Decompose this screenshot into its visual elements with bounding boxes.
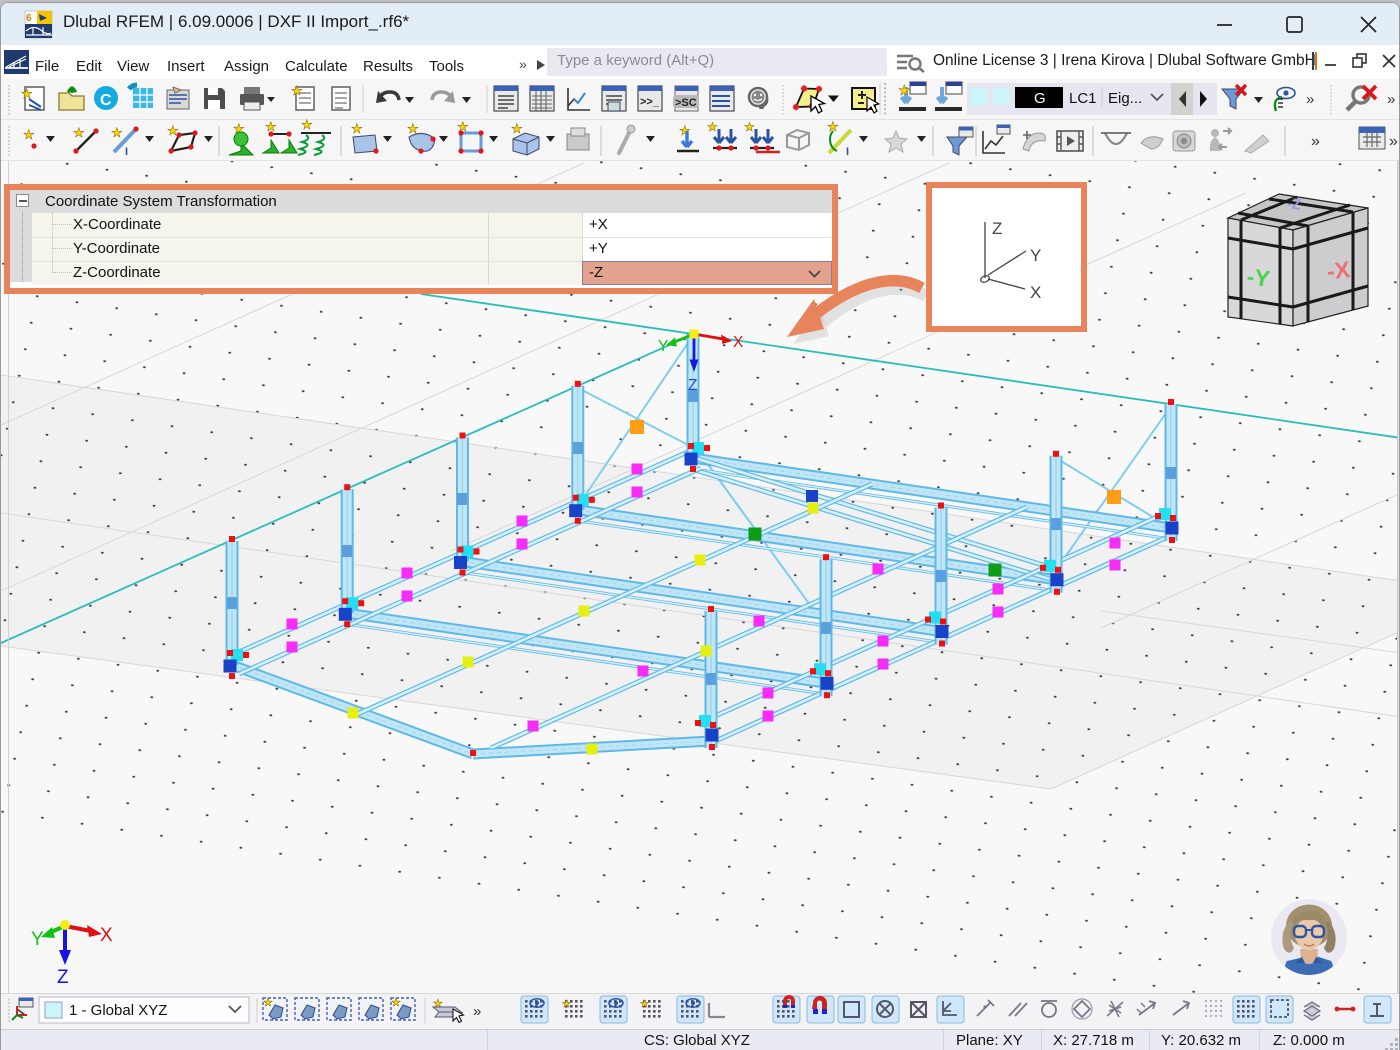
svg-text:X: X bbox=[733, 334, 744, 351]
svg-text:-X: -X bbox=[1326, 256, 1352, 284]
svg-text:»: » bbox=[473, 1003, 481, 1020]
svg-text:-Z: -Z bbox=[1286, 195, 1302, 214]
svg-text:★: ★ bbox=[562, 999, 571, 1010]
svg-text:1 - Global XYZ: 1 - Global XYZ bbox=[69, 1002, 167, 1019]
svg-text:X: X bbox=[1030, 283, 1041, 302]
svg-text:Y: Y bbox=[658, 338, 668, 355]
svg-text:X: X bbox=[100, 925, 113, 946]
svg-text:★: ★ bbox=[640, 999, 649, 1010]
svg-text:Z: Z bbox=[688, 377, 697, 394]
svg-text:Y: Y bbox=[1030, 246, 1041, 265]
svg-text:★: ★ bbox=[391, 997, 401, 1009]
svg-text:Y: Y bbox=[31, 929, 44, 950]
svg-text:★: ★ bbox=[433, 998, 443, 1010]
svg-text:Z: Z bbox=[992, 219, 1002, 238]
svg-text:Z: Z bbox=[57, 967, 69, 988]
svg-text:-Y: -Y bbox=[1245, 263, 1271, 292]
svg-text:★: ★ bbox=[263, 997, 273, 1009]
